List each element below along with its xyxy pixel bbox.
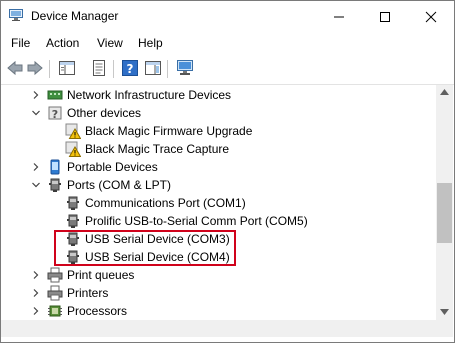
toolbar: ?	[1, 54, 454, 85]
highlight-annotation	[54, 230, 236, 266]
printer-icon	[47, 285, 63, 301]
tree-item-label: Communications Port (COM1)	[85, 196, 246, 210]
menu-action[interactable]: Action	[46, 36, 79, 50]
properties-icon[interactable]	[90, 59, 108, 77]
tree-category-item[interactable]: Network Infrastructure Devices	[1, 86, 436, 104]
warning-device-icon	[65, 123, 81, 139]
chevron-right-icon[interactable]	[31, 306, 41, 316]
toolbar-separator	[167, 60, 168, 78]
menu-view[interactable]: View	[97, 36, 123, 50]
tree-item-label: Processors	[67, 304, 128, 318]
device-manager-window: Device Manager File Action View Help ? N…	[0, 0, 455, 343]
unknown-device-icon: ?	[48, 106, 62, 121]
portable-device-icon	[50, 159, 60, 175]
tree-category-item[interactable]: Processors	[1, 302, 436, 320]
tree-category-item[interactable]: Print queues	[1, 266, 436, 284]
forward-arrow-icon[interactable]	[26, 59, 44, 77]
tree-item-label: Black Magic Firmware Upgrade	[85, 124, 253, 138]
menu-bar: File Action View Help	[1, 32, 454, 54]
minimize-icon	[334, 16, 344, 18]
svg-text:?: ?	[127, 62, 134, 76]
tree-item-label: Ports (COM & LPT)	[67, 178, 172, 192]
action-pane-icon[interactable]	[144, 59, 162, 77]
chevron-right-icon[interactable]	[31, 270, 41, 280]
tree-item-label: Other devices	[67, 106, 142, 120]
tree-device-item[interactable]: Prolific USB-to-Serial Comm Port (COM5)	[1, 212, 436, 230]
scroll-up-arrow-icon[interactable]	[440, 89, 449, 95]
device-tree: Network Infrastructure Devices? Other dev…	[1, 85, 436, 320]
network-icon	[47, 90, 63, 100]
chevron-down-icon[interactable]	[31, 108, 41, 118]
menu-file[interactable]: File	[11, 36, 30, 50]
tree-category-item[interactable]: Ports (COM & LPT)	[1, 176, 436, 194]
port-icon	[67, 214, 79, 228]
menu-help[interactable]: Help	[138, 36, 163, 50]
tree-item-label: Printers	[67, 286, 109, 300]
horizontal-scrollbar[interactable]	[1, 320, 436, 337]
device-manager-app-icon	[9, 9, 23, 21]
show-hide-console-tree-icon[interactable]	[58, 59, 76, 77]
close-icon	[425, 11, 437, 23]
tree-item-label: Prolific USB-to-Serial Comm Port (COM5)	[85, 214, 308, 228]
title-bar: Device Manager	[1, 1, 454, 32]
vertical-scrollbar-thumb[interactable]	[437, 183, 452, 243]
chevron-right-icon[interactable]	[31, 288, 41, 298]
tree-item-label: Network Infrastructure Devices	[67, 88, 232, 102]
chevron-down-icon[interactable]	[31, 180, 41, 190]
port-icon	[49, 178, 61, 192]
tree-device-item[interactable]: Communications Port (COM1)	[1, 194, 436, 212]
window-title: Device Manager	[31, 9, 119, 23]
scroll-down-arrow-icon[interactable]	[440, 309, 449, 315]
warning-device-icon	[65, 141, 81, 157]
tree-item-label: Portable Devices	[67, 160, 158, 174]
scan-hardware-monitor-icon[interactable]	[176, 59, 194, 77]
tree-item-label: Print queues	[67, 268, 135, 282]
close-button[interactable]	[408, 1, 454, 32]
toolbar-separator	[49, 60, 50, 78]
processor-icon	[48, 305, 62, 317]
tree-device-item[interactable]: Black Magic Firmware Upgrade	[1, 122, 436, 140]
chevron-right-icon[interactable]	[31, 90, 41, 100]
tree-category-item[interactable]: Printers	[1, 284, 436, 302]
svg-text:?: ?	[52, 108, 58, 121]
toolbar-separator	[113, 60, 114, 78]
maximize-icon	[380, 12, 390, 22]
chevron-right-icon[interactable]	[31, 162, 41, 172]
tree-category-item[interactable]: ? Other devices	[1, 104, 436, 122]
maximize-button[interactable]	[362, 1, 408, 32]
printer-icon	[47, 267, 63, 283]
port-icon	[67, 196, 79, 210]
back-arrow-icon[interactable]	[6, 59, 24, 77]
tree-device-item[interactable]: Black Magic Trace Capture	[1, 140, 436, 158]
minimize-button[interactable]	[316, 1, 362, 32]
tree-category-item[interactable]: Portable Devices	[1, 158, 436, 176]
help-icon[interactable]: ?	[121, 59, 139, 77]
tree-item-label: Black Magic Trace Capture	[85, 142, 230, 156]
scrollbar-corner	[436, 320, 453, 337]
